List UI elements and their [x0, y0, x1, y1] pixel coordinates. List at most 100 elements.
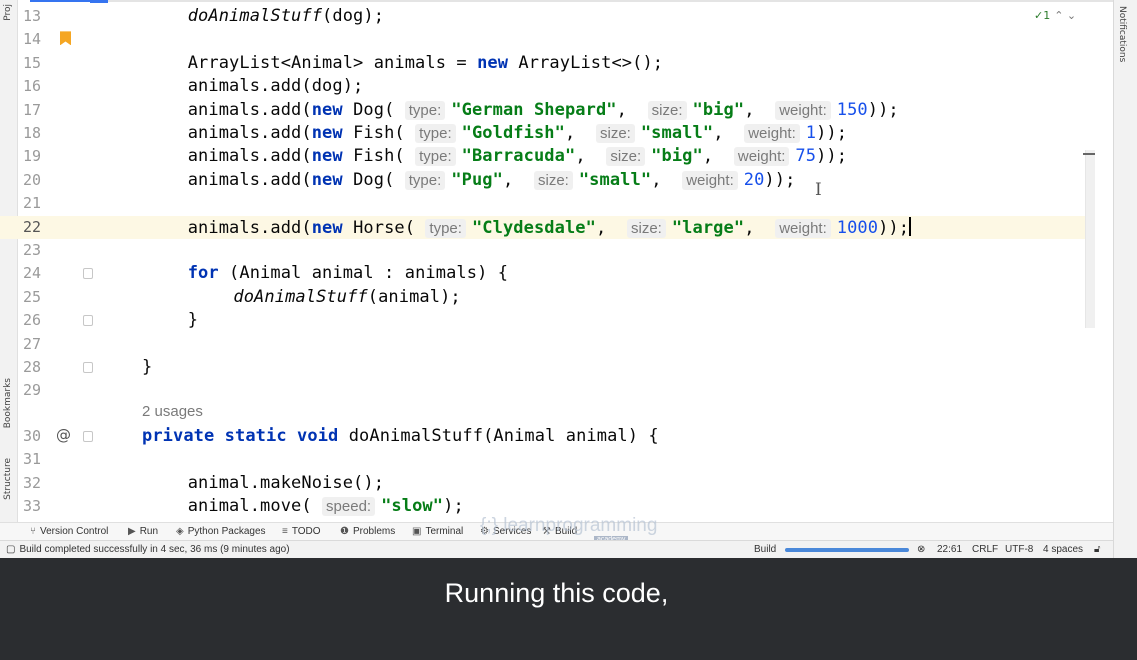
code-text[interactable]: animals.add(new Dog( type: "German Shepar…: [188, 100, 899, 120]
code-text[interactable]: doAnimalStuff(dog);: [188, 6, 384, 26]
code-token: ,: [502, 169, 534, 190]
code-line[interactable]: 31: [0, 448, 1095, 471]
code-text[interactable]: animals.add(new Dog( type: "Pug", size: "s…: [188, 170, 796, 190]
code-token: animal.makeNoise();: [187, 472, 385, 493]
code-token: Fish(: [342, 123, 416, 143]
line-number[interactable]: 18: [23, 124, 41, 142]
code-text[interactable]: private static void doAnimalStuff(Animal…: [142, 426, 659, 446]
code-token: "slow": [381, 496, 444, 516]
code-line[interactable]: 15 ArrayList<Animal> animals = new ArrayL…: [0, 52, 1095, 75]
line-number[interactable]: 27: [23, 335, 41, 353]
code-line[interactable]: 20 animals.add(new Dog( type: "Pug", size:…: [0, 169, 1095, 192]
code-text[interactable]: animal.move( speed: "slow");: [188, 496, 464, 516]
code-text[interactable]: doAnimalStuff(animal);: [233, 287, 460, 307]
parameter-hint: type:: [425, 218, 466, 238]
code-token: ,: [564, 123, 596, 143]
terminal-tab[interactable]: ▣ Terminal: [412, 526, 463, 537]
line-number[interactable]: 23: [23, 241, 41, 259]
line-number[interactable]: 16: [23, 77, 41, 95]
lock-icon[interactable]: 🔓︎: [1094, 544, 1100, 555]
status-bar: ▢ Build completed successfully in 4 sec, …: [0, 540, 1113, 558]
line-number[interactable]: 32: [23, 474, 41, 492]
bookmark-icon[interactable]: [60, 31, 71, 46]
line-number[interactable]: 25: [23, 288, 41, 306]
line-number[interactable]: 13: [23, 7, 41, 25]
video-subtitle: Running this code,: [444, 578, 669, 608]
indent-setting[interactable]: 4 spaces: [1043, 544, 1083, 555]
usages-hint[interactable]: 2 usages: [142, 403, 203, 420]
code-line[interactable]: 14: [0, 28, 1095, 51]
code-token: 75: [795, 146, 817, 167]
line-number[interactable]: 31: [23, 450, 41, 468]
code-line[interactable]: 22 animals.add(new Horse( type: "Clydesdal…: [0, 215, 1095, 239]
code-line[interactable]: 24 for (Animal animal : animals) {: [0, 262, 1095, 285]
code-text[interactable]: animals.add(new Horse( type: "Clydesdale"…: [188, 216, 912, 238]
line-number[interactable]: 17: [23, 101, 41, 119]
code-line[interactable]: 30 @ private static void doAnimalStuff(Ani…: [0, 403, 1095, 448]
inspection-count[interactable]: ✓1: [1034, 9, 1050, 22]
line-number[interactable]: 28: [23, 358, 41, 376]
code-line[interactable]: 32 animal.makeNoise();: [0, 472, 1095, 495]
code-token: ,: [575, 146, 607, 167]
run-tab[interactable]: ▶ Run: [128, 526, 158, 537]
line-number[interactable]: 26: [23, 311, 41, 329]
code-text[interactable]: animals.add(dog);: [188, 76, 364, 96]
code-token: ));: [764, 169, 796, 190]
code-line[interactable]: 18 animals.add(new Fish( type: "Goldfish",…: [0, 122, 1095, 145]
parameter-hint: weight:: [744, 124, 800, 143]
implementation-marker-icon[interactable]: @: [56, 426, 71, 444]
code-token: "big": [651, 146, 703, 167]
inspection-nav-icon[interactable]: ⌃ ⌄: [1054, 9, 1076, 22]
code-line[interactable]: 29: [0, 379, 1095, 402]
code-token: new: [311, 146, 343, 167]
fold-marker-icon[interactable]: [83, 430, 93, 442]
line-number[interactable]: 22: [23, 218, 41, 236]
code-line[interactable]: 13 doAnimalStuff(dog);: [0, 5, 1095, 28]
version-control-tab[interactable]: ⑂ Version Control: [30, 526, 108, 537]
file-encoding[interactable]: UTF-8: [1005, 544, 1033, 555]
problems-tab[interactable]: ❶ Problems: [340, 526, 395, 537]
line-number[interactable]: 14: [23, 30, 41, 48]
line-number[interactable]: 21: [23, 194, 41, 212]
code-text[interactable]: ArrayList<Animal> animals = new ArrayLis…: [188, 53, 663, 73]
python-packages-tab[interactable]: ◈ Python Packages: [176, 526, 266, 537]
fold-marker-icon[interactable]: [83, 315, 93, 327]
todo-tab[interactable]: ≡ TODO: [282, 526, 321, 537]
editor-scrollbar[interactable]: [1085, 150, 1095, 328]
line-separator[interactable]: CRLF: [972, 544, 998, 555]
fold-marker-icon[interactable]: [83, 362, 93, 373]
code-line[interactable]: 26}: [0, 309, 1095, 332]
line-number[interactable]: 33: [23, 497, 41, 515]
code-line[interactable]: 28}: [0, 356, 1095, 379]
code-line[interactable]: 17 animals.add(new Dog( type: "German Shep…: [0, 99, 1095, 122]
code-line[interactable]: 23: [0, 239, 1095, 262]
code-line[interactable]: 25 doAnimalStuff(animal);: [0, 286, 1095, 309]
code-text[interactable]: animals.add(new Fish( type: "Goldfish", s…: [188, 123, 847, 143]
line-number[interactable]: 20: [23, 171, 41, 189]
line-number[interactable]: 15: [23, 54, 41, 72]
code-text[interactable]: animal.makeNoise();: [188, 473, 384, 493]
code-line[interactable]: 16 animals.add(dog);: [0, 75, 1095, 98]
code-token: new: [477, 52, 509, 73]
code-token: animals.add(: [187, 99, 312, 120]
line-number[interactable]: 30: [23, 427, 41, 445]
code-token: 150: [836, 99, 868, 120]
code-line[interactable]: 21: [0, 192, 1095, 215]
code-line[interactable]: 27: [0, 333, 1095, 356]
code-text[interactable]: }: [188, 310, 198, 330]
cancel-build-icon[interactable]: ⊗: [917, 544, 925, 555]
inspection-widget[interactable]: ✓1 ⌃ ⌄: [1034, 9, 1076, 22]
fold-marker-icon[interactable]: [83, 268, 93, 280]
parameter-hint: weight:: [775, 218, 831, 238]
line-number[interactable]: 29: [23, 381, 41, 399]
line-number[interactable]: 24: [23, 264, 41, 282]
status-message[interactable]: ▢ Build completed successfully in 4 sec, …: [6, 544, 290, 555]
code-text[interactable]: animals.add(new Fish( type: "Barracuda", …: [188, 146, 847, 167]
code-text[interactable]: }: [142, 357, 152, 377]
caret-position[interactable]: 22:61: [937, 544, 962, 555]
parameter-hint: size:: [596, 124, 635, 143]
code-line[interactable]: 19 animals.add(new Fish( type: "Barracuda"…: [0, 145, 1095, 168]
line-number[interactable]: 19: [23, 147, 41, 165]
notifications-tool-label[interactable]: Notifications: [1117, 6, 1127, 62]
code-text[interactable]: for (Animal animal : animals) {: [188, 263, 508, 283]
